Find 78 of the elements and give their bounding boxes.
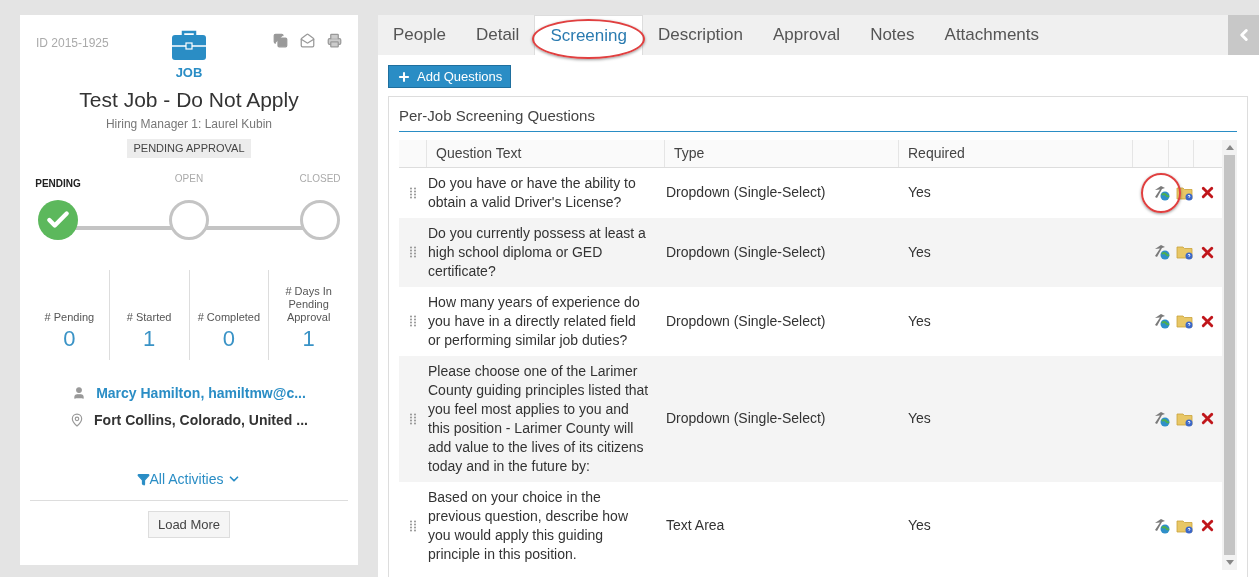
type-cell-text: Dropdown (Single-Select) — [665, 183, 827, 202]
column-header[interactable]: Question Text — [436, 142, 522, 164]
printer-icon[interactable] — [327, 33, 342, 48]
stat-value: 1 — [143, 324, 156, 353]
stat-label: # Days In Pending Approval — [284, 284, 333, 324]
location-text: Fort Collins, Colorado, United ... — [94, 410, 308, 430]
tab[interactable]: Approval — [758, 15, 856, 55]
person-icon — [72, 386, 87, 400]
tab[interactable]: Screening — [534, 15, 643, 55]
scrollbar[interactable] — [1222, 139, 1237, 570]
type-cell-text: Dropdown (Single-Select) — [665, 409, 827, 428]
scroll-down-icon[interactable] — [1225, 559, 1234, 565]
folder-help-icon[interactable] — [1176, 184, 1194, 201]
hammer-globe-icon[interactable] — [1153, 410, 1171, 427]
tab[interactable]: Description — [642, 15, 758, 55]
hiring-manager: Hiring Manager 1: Laurel Kubin — [105, 116, 273, 133]
stat-label: # Completed — [196, 310, 262, 324]
activity-filter-dropdown[interactable]: All Activities — [136, 468, 242, 490]
folder-help-icon[interactable] — [1176, 244, 1194, 260]
job-id: ID 2015-1925 — [36, 35, 110, 52]
folder-help-icon[interactable] — [1176, 313, 1194, 329]
contact-link[interactable]: Marcy Hamilton, hamiltmw@c... — [96, 382, 306, 404]
type-cell-text: Dropdown (Single-Select) — [665, 242, 827, 262]
stat-value: 0 — [222, 324, 235, 353]
plus-icon — [397, 69, 411, 84]
drag-handle-icon[interactable] — [410, 186, 416, 199]
location-pin-icon — [70, 413, 85, 427]
hammer-globe-icon[interactable] — [1153, 313, 1171, 329]
delete-icon[interactable] — [1199, 410, 1216, 427]
stat-label: # Started — [125, 310, 173, 324]
hammer-globe-icon[interactable] — [1153, 517, 1171, 534]
delete-icon[interactable] — [1199, 184, 1216, 201]
scroll-up-icon[interactable] — [1225, 144, 1234, 150]
tab[interactable]: Detail — [460, 15, 535, 55]
hammer-globe-icon[interactable] — [1153, 184, 1171, 201]
load-more-button[interactable]: Load More — [147, 510, 231, 538]
job-title: Test Job - Do Not Apply — [79, 86, 299, 113]
tab[interactable]: Notes — [855, 15, 930, 55]
table-row[interactable] — [399, 355, 1222, 482]
briefcase-icon — [170, 29, 208, 61]
question-cell-text: Based on your choice in the previous question, describe how you would apply this guiding principle in this position. — [427, 487, 629, 564]
add-questions-button[interactable]: Add Questions — [388, 65, 512, 88]
tab[interactable]: People — [378, 15, 461, 55]
folder-help-icon[interactable] — [1176, 410, 1194, 427]
required-cell-text: Yes — [907, 409, 932, 428]
status-badge: PENDING APPROVAL — [127, 139, 251, 158]
hammer-globe-icon[interactable] — [1153, 244, 1171, 260]
stat-value: 1 — [302, 324, 315, 353]
section-title: Per-Job Screening Questions — [399, 105, 1237, 132]
required-cell-text: Yes — [907, 516, 932, 535]
copy-icon[interactable] — [273, 33, 288, 48]
question-cell-text: Please choose one of the Larimer County guiding principles listed that you feel most applies to you and this position - Larimer County will add value to the lives of its citizens today and in the future by: — [427, 361, 650, 476]
required-cell-text: Yes — [907, 183, 932, 202]
drag-handle-icon[interactable] — [410, 412, 416, 425]
folder-help-icon[interactable] — [1176, 517, 1194, 534]
step-label: CLOSED — [299, 171, 341, 186]
required-cell-text: Yes — [907, 311, 932, 331]
drag-handle-icon[interactable] — [410, 315, 416, 327]
type-cell-text: Text Area — [665, 516, 726, 535]
question-cell-text: Do you have or have the ability to obtain a valid Driver's License? — [427, 173, 637, 212]
delete-icon[interactable] — [1199, 517, 1216, 534]
column-header[interactable]: Required — [908, 142, 965, 164]
record-type-label: JOB — [175, 64, 203, 82]
filter-icon — [136, 472, 150, 486]
step-label: OPEN — [174, 171, 204, 186]
question-cell-text: Do you currently possess at least a high school diploma or GED certificate? — [427, 223, 647, 281]
table-row[interactable]: Do you currently possess at least a high school diploma or GED certificate? Dropdown (Single-Select) Yes — [399, 217, 1222, 287]
step-label: PENDING — [35, 176, 81, 191]
drag-handle-icon[interactable] — [410, 246, 416, 258]
type-cell-text: Dropdown (Single-Select) — [665, 311, 827, 331]
drag-handle-icon[interactable] — [410, 519, 416, 532]
question-cell-text: How many years of experience do you have in a directly related field or performing similar job duties? — [427, 292, 641, 350]
column-header[interactable]: Type — [674, 142, 705, 164]
stat-label: # Pending — [43, 310, 96, 324]
required-cell-text: Yes — [907, 242, 932, 262]
open-envelope-icon[interactable] — [300, 33, 315, 48]
stat-value: 0 — [63, 324, 76, 353]
tab[interactable]: Attachments — [929, 15, 1055, 55]
